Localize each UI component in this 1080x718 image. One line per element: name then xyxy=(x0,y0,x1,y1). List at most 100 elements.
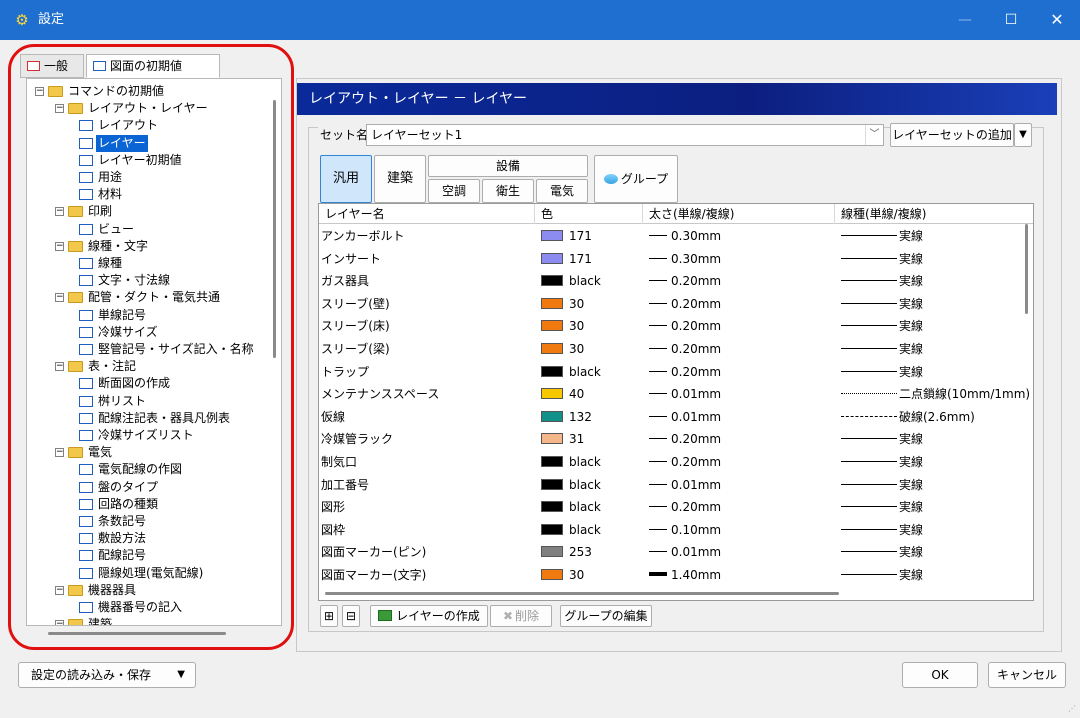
tree-collapse-toggle-icon[interactable]: − xyxy=(55,207,64,217)
linetype-cell[interactable]: 実線 xyxy=(841,474,1033,496)
tree-item[interactable]: 敷設方法 xyxy=(27,530,281,547)
filter-sanitary-button[interactable]: 衛生 xyxy=(482,179,534,203)
width-cell[interactable]: 0.20mm xyxy=(649,496,829,518)
filter-architecture-button[interactable]: 建築 xyxy=(374,155,426,203)
minimize-button[interactable]: — xyxy=(942,0,988,40)
color-cell[interactable]: 30 xyxy=(541,564,641,586)
color-cell[interactable]: 30 xyxy=(541,315,641,337)
tree-collapse-toggle-icon[interactable]: − xyxy=(55,241,64,251)
tree-item[interactable]: − 建築 xyxy=(27,616,281,625)
settings-tree[interactable]: − コマンドの初期値 − レイアウト・レイヤー レイアウト レイヤー レイヤー初期値 用途 材料… xyxy=(26,78,282,626)
color-cell[interactable]: black xyxy=(541,451,641,473)
table-row[interactable]: 加工番号 black 0.01mm 実線 xyxy=(319,474,1033,497)
resize-grip-icon[interactable]: ⋰ xyxy=(1068,704,1078,714)
delete-layer-button[interactable]: ✖ 削除 xyxy=(490,605,552,627)
cancel-button[interactable]: キャンセル xyxy=(988,662,1066,688)
color-cell[interactable]: black xyxy=(541,270,641,292)
tree-item[interactable]: 配線注記表・器具凡例表 xyxy=(27,410,281,427)
table-row[interactable]: 図面マーカー(ピン) 253 0.01mm 実線 xyxy=(319,541,1033,564)
color-cell[interactable]: black xyxy=(541,474,641,496)
width-cell[interactable]: 0.20mm xyxy=(649,293,829,315)
width-cell[interactable]: 0.30mm xyxy=(649,225,829,247)
create-layer-button[interactable]: レイヤーの作成 xyxy=(370,605,488,627)
tree-collapse-toggle-icon[interactable]: − xyxy=(55,104,64,114)
tree-collapse-toggle-icon[interactable]: − xyxy=(55,448,64,458)
table-vertical-scrollbar[interactable] xyxy=(1025,224,1028,314)
linetype-cell[interactable]: 実線 xyxy=(841,270,1033,292)
linetype-cell[interactable]: 破線(2.6mm) xyxy=(841,406,1033,428)
tree-item[interactable]: 冷媒サイズ xyxy=(27,324,281,341)
linetype-cell[interactable]: 実線 xyxy=(841,293,1033,315)
table-row[interactable]: スリーブ(床) 30 0.20mm 実線 xyxy=(319,315,1033,338)
color-cell[interactable]: black xyxy=(541,496,641,518)
tab-general[interactable]: 一般 xyxy=(20,54,84,78)
width-cell[interactable]: 0.20mm xyxy=(649,338,829,360)
chevron-down-icon[interactable]: ﹀ xyxy=(865,125,883,145)
table-row[interactable]: ガス器具 black 0.20mm 実線 xyxy=(319,270,1033,293)
maximize-button[interactable]: ☐ xyxy=(988,0,1034,40)
width-cell[interactable]: 0.30mm xyxy=(649,248,829,270)
table-row[interactable]: 冷媒管ラック 31 0.20mm 実線 xyxy=(319,428,1033,451)
tree-item[interactable]: 盤のタイプ xyxy=(27,479,281,496)
tree-item[interactable]: レイヤー xyxy=(27,134,281,152)
filter-facility-button[interactable]: 設備 xyxy=(428,155,588,177)
table-row[interactable]: トラップ black 0.20mm 実線 xyxy=(319,361,1033,384)
linetype-cell[interactable]: 実線 xyxy=(841,451,1033,473)
tree-item[interactable]: 機器番号の記入 xyxy=(27,599,281,616)
table-row[interactable]: 仮線 132 0.01mm 破線(2.6mm) xyxy=(319,406,1033,429)
tree-item[interactable]: 冷媒サイズリスト xyxy=(27,427,281,444)
color-cell[interactable]: 253 xyxy=(541,541,641,563)
tree-item[interactable]: 材料 xyxy=(27,186,281,203)
column-header-color[interactable]: 色 xyxy=(535,204,643,224)
tree-collapse-toggle-icon[interactable]: − xyxy=(55,293,64,303)
tree-collapse-toggle-icon[interactable]: − xyxy=(55,620,64,625)
column-header-linetype[interactable]: 線種(単線/複線) xyxy=(835,204,1033,224)
linetype-cell[interactable]: 実線 xyxy=(841,428,1033,450)
table-row[interactable]: メンテナンススペース 40 0.01mm 二点鎖線(10mm/1mm) xyxy=(319,383,1033,406)
color-cell[interactable]: black xyxy=(541,361,641,383)
load-save-settings-button[interactable]: 設定の読み込み・保存 ▼ xyxy=(18,662,196,688)
width-cell[interactable]: 0.10mm xyxy=(649,519,829,541)
tab-drawing-defaults[interactable]: 図面の初期値 xyxy=(86,54,220,78)
tree-item[interactable]: − 線種・文字 xyxy=(27,238,281,255)
width-cell[interactable]: 0.01mm xyxy=(649,541,829,563)
linetype-cell[interactable]: 実線 xyxy=(841,541,1033,563)
width-cell[interactable]: 0.20mm xyxy=(649,451,829,473)
set-name-combo[interactable]: レイヤーセット1 ﹀ xyxy=(366,124,884,146)
tree-vertical-scrollbar[interactable] xyxy=(273,100,276,358)
tree-collapse-toggle-icon[interactable]: − xyxy=(55,585,64,595)
tree-item[interactable]: レイアウト xyxy=(27,117,281,134)
tree-item[interactable]: レイヤー初期値 xyxy=(27,152,281,169)
tree-item[interactable]: − 印刷 xyxy=(27,203,281,220)
color-cell[interactable]: 40 xyxy=(541,383,641,405)
tree-item[interactable]: − 電気 xyxy=(27,444,281,461)
table-horizontal-scrollbar[interactable] xyxy=(325,592,839,595)
linetype-cell[interactable]: 実線 xyxy=(841,496,1033,518)
tree-item[interactable]: 条数記号 xyxy=(27,513,281,530)
width-cell[interactable]: 0.20mm xyxy=(649,270,829,292)
linetype-cell[interactable]: 実線 xyxy=(841,315,1033,337)
linetype-cell[interactable]: 実線 xyxy=(841,225,1033,247)
tree-item[interactable]: 電気配線の作図 xyxy=(27,461,281,478)
close-button[interactable]: ✕ xyxy=(1034,0,1080,40)
table-row[interactable]: 図枠 black 0.10mm 実線 xyxy=(319,519,1033,542)
filter-general-button[interactable]: 汎用 xyxy=(320,155,372,203)
tree-item[interactable]: 文字・寸法線 xyxy=(27,272,281,289)
title-bar[interactable]: ⚙ 設定 — ☐ ✕ xyxy=(0,0,1080,40)
tree-item[interactable]: − 表・注記 xyxy=(27,358,281,375)
table-row[interactable]: スリーブ(梁) 30 0.20mm 実線 xyxy=(319,338,1033,361)
table-row[interactable]: インサート 171 0.30mm 実線 xyxy=(319,248,1033,271)
tree-horizontal-scrollbar[interactable] xyxy=(48,632,226,635)
tree-item[interactable]: 線種 xyxy=(27,255,281,272)
table-row[interactable]: 図形 black 0.20mm 実線 xyxy=(319,496,1033,519)
table-row[interactable]: 図面マーカー(文字) 30 1.40mm 実線 xyxy=(319,564,1033,587)
color-cell[interactable]: 30 xyxy=(541,338,641,360)
tree-item[interactable]: 隠線処理(電気配線) xyxy=(27,565,281,582)
table-row[interactable]: アンカーボルト 171 0.30mm 実線 xyxy=(319,225,1033,248)
expand-all-button[interactable]: ⊞ xyxy=(320,605,338,627)
tree-item[interactable]: − 機器器具 xyxy=(27,582,281,599)
tree-item[interactable]: 用途 xyxy=(27,169,281,186)
tree-item[interactable]: 竪管記号・サイズ記入・名称 xyxy=(27,341,281,358)
filter-hvac-button[interactable]: 空調 xyxy=(428,179,480,203)
color-cell[interactable]: 30 xyxy=(541,293,641,315)
